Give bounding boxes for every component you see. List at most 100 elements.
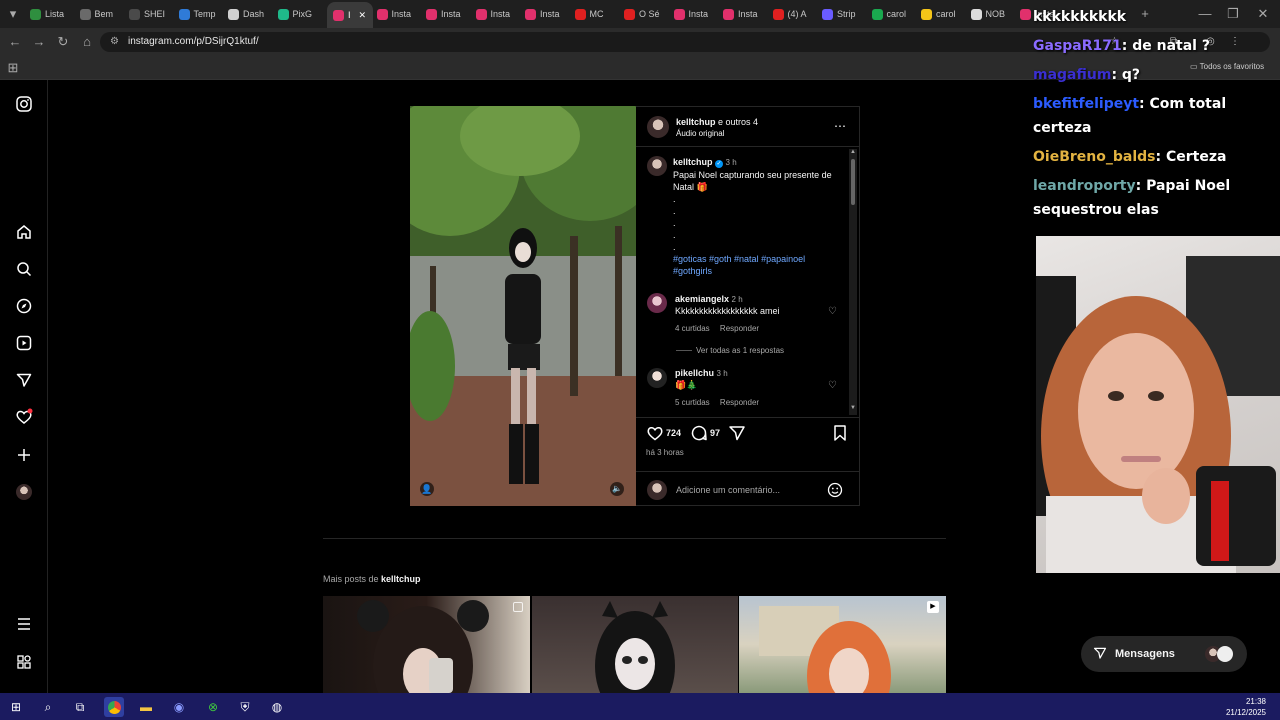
browser-tab[interactable]: Insta	[525, 4, 569, 24]
comment-2-like-icon[interactable]: ♡	[828, 380, 837, 391]
explore-nav-icon[interactable]	[12, 294, 36, 318]
comment-composer: Adicione um comentário...	[636, 471, 860, 507]
browser-tab[interactable]: Insta	[723, 4, 767, 24]
create-plus-icon[interactable]	[12, 443, 36, 467]
avatar[interactable]	[647, 368, 667, 388]
home-icon[interactable]: ⌂	[78, 33, 96, 51]
obs-icon[interactable]: ◍	[267, 697, 287, 717]
scrollbar-thumb[interactable]	[851, 159, 855, 205]
tab-search-icon[interactable]: ▾	[4, 5, 22, 23]
direct-nav-icon[interactable]	[12, 368, 36, 392]
new-tab-button[interactable]: +	[1136, 5, 1154, 23]
caption-username[interactable]: kelltchup	[673, 157, 713, 167]
scrollbar-down-arrow[interactable]: ▼	[850, 405, 856, 411]
comments-scrollbar[interactable]: ▲ ▼	[849, 149, 857, 415]
browser-tab[interactable]: (4) A	[772, 4, 817, 24]
hashtags-line-2[interactable]: #gothgirls	[673, 265, 832, 277]
comment-bubble-icon[interactable]	[690, 424, 708, 447]
comment-2-username[interactable]: pikellchu	[675, 368, 714, 378]
also-from-meta-icon[interactable]	[12, 650, 36, 674]
browser-tab[interactable]: Strip	[822, 4, 866, 24]
browser-tab[interactable]: Lista	[30, 4, 74, 24]
apps-grid-icon[interactable]: ⊞	[4, 59, 22, 77]
post-author-username[interactable]: kelltchup	[676, 117, 716, 127]
comment-2-reply-link[interactable]: Responder	[720, 398, 759, 407]
tab-favicon-icon	[871, 8, 883, 20]
search-icon[interactable]: ⌕	[38, 697, 58, 717]
avatar[interactable]	[647, 293, 667, 313]
browser-tab[interactable]: PixG	[277, 4, 322, 24]
tab-favicon-icon	[673, 8, 685, 20]
file-explorer-icon[interactable]: ▬	[136, 697, 156, 717]
more-post-thumbnail[interactable]	[323, 596, 530, 693]
browser-tab[interactable]: carol	[871, 4, 916, 24]
browser-tab[interactable]: NOB	[970, 4, 1015, 24]
comment-input[interactable]: Adicione um comentário...	[676, 485, 780, 495]
reload-icon[interactable]: ↻	[54, 33, 72, 51]
security-shield-icon[interactable]: ⛨	[235, 697, 255, 717]
search-nav-icon[interactable]	[12, 257, 36, 281]
like-count[interactable]: 724	[666, 428, 681, 438]
browser-tab[interactable]: Insta	[376, 4, 421, 24]
back-icon[interactable]: ←	[6, 33, 24, 51]
tab-favicon-icon	[1020, 8, 1031, 20]
discord-icon[interactable]: ◉	[169, 697, 189, 717]
like-heart-icon[interactable]	[646, 424, 664, 447]
post-options-icon[interactable]: ⋯	[834, 119, 846, 133]
notifications-heart-icon[interactable]	[12, 405, 36, 429]
browser-tab[interactable]: Temp	[178, 4, 223, 24]
tagged-user-icon[interactable]: 👤	[420, 482, 434, 496]
browser-tab[interactable]: Dash	[228, 4, 272, 24]
browser-tab[interactable]: Bem	[79, 4, 124, 24]
reel-play-icon: ▶	[927, 601, 939, 613]
chrome-taskbar-icon[interactable]	[104, 697, 124, 717]
task-view-icon[interactable]: ⧉	[70, 697, 90, 717]
browser-tab[interactable]: MC	[574, 4, 619, 24]
browser-tab[interactable]: Insta	[426, 4, 470, 24]
browser-tab[interactable]: Insta	[475, 4, 520, 24]
browser-tab[interactable]: SHEI	[129, 4, 173, 24]
browser-tab[interactable]: carol	[921, 4, 965, 24]
menu-kebab-icon[interactable]: ⋮	[1230, 32, 1240, 52]
collab-others-text[interactable]: e outros 4	[718, 117, 758, 127]
mute-audio-icon[interactable]: 🔈	[610, 482, 624, 496]
scrollbar-up-arrow[interactable]: ▲	[850, 149, 856, 155]
comment-1-likes[interactable]: 4 curtidas	[675, 324, 710, 333]
browser-tab[interactable]: Insta	[673, 4, 718, 24]
hashtags-line-1[interactable]: #goticas #goth #natal #papainoel	[673, 253, 832, 265]
system-clock[interactable]: 21:38 21/12/2025	[1226, 696, 1266, 718]
avatar[interactable]	[647, 156, 667, 176]
post-photo[interactable]: 👤 🔈	[410, 106, 636, 506]
profile-nav-avatar[interactable]	[12, 480, 36, 504]
browser-tab[interactable]: O Sé	[624, 4, 668, 24]
instagram-logo-icon[interactable]	[12, 92, 36, 116]
comment-1-reply-link[interactable]: Responder	[720, 324, 759, 333]
audio-label[interactable]: Áudio original	[676, 129, 724, 138]
browser-tab[interactable]: I ✕	[327, 2, 373, 28]
minimize-icon[interactable]: —	[1196, 5, 1214, 23]
view-replies-link[interactable]: Ver todas as 1 respostas	[676, 346, 784, 355]
more-post-thumbnail[interactable]: ▶	[739, 596, 946, 693]
close-tab-icon[interactable]: ✕	[359, 10, 367, 21]
more-post-thumbnail[interactable]	[532, 596, 738, 693]
comment-1-like-icon[interactable]: ♡	[828, 306, 837, 317]
site-info-icon[interactable]: ⚙	[110, 32, 119, 52]
xbox-icon[interactable]: ⊗	[203, 697, 223, 717]
reels-nav-icon[interactable]	[12, 331, 36, 355]
comment-1-username[interactable]: akemiangelx	[675, 294, 729, 304]
comment-2-likes[interactable]: 5 curtidas	[675, 398, 710, 407]
comment-count[interactable]: 97	[710, 428, 720, 438]
home-nav-icon[interactable]	[12, 220, 36, 244]
avatar[interactable]	[647, 116, 669, 138]
save-bookmark-icon[interactable]	[832, 424, 848, 447]
forward-icon[interactable]: →	[30, 33, 48, 51]
emoji-picker-icon[interactable]	[827, 482, 843, 503]
all-bookmarks-folder[interactable]: ▭ Todos os favoritos	[1190, 62, 1264, 71]
restore-icon[interactable]: ❐	[1224, 5, 1242, 23]
windows-start-icon[interactable]: ⊞	[6, 697, 26, 717]
messages-button[interactable]: Mensagens	[1081, 636, 1247, 672]
more-menu-icon[interactable]	[12, 612, 36, 636]
close-window-icon[interactable]: ✕	[1254, 5, 1272, 23]
more-posts-username[interactable]: kelltchup	[381, 574, 421, 584]
share-send-icon[interactable]	[728, 424, 746, 447]
